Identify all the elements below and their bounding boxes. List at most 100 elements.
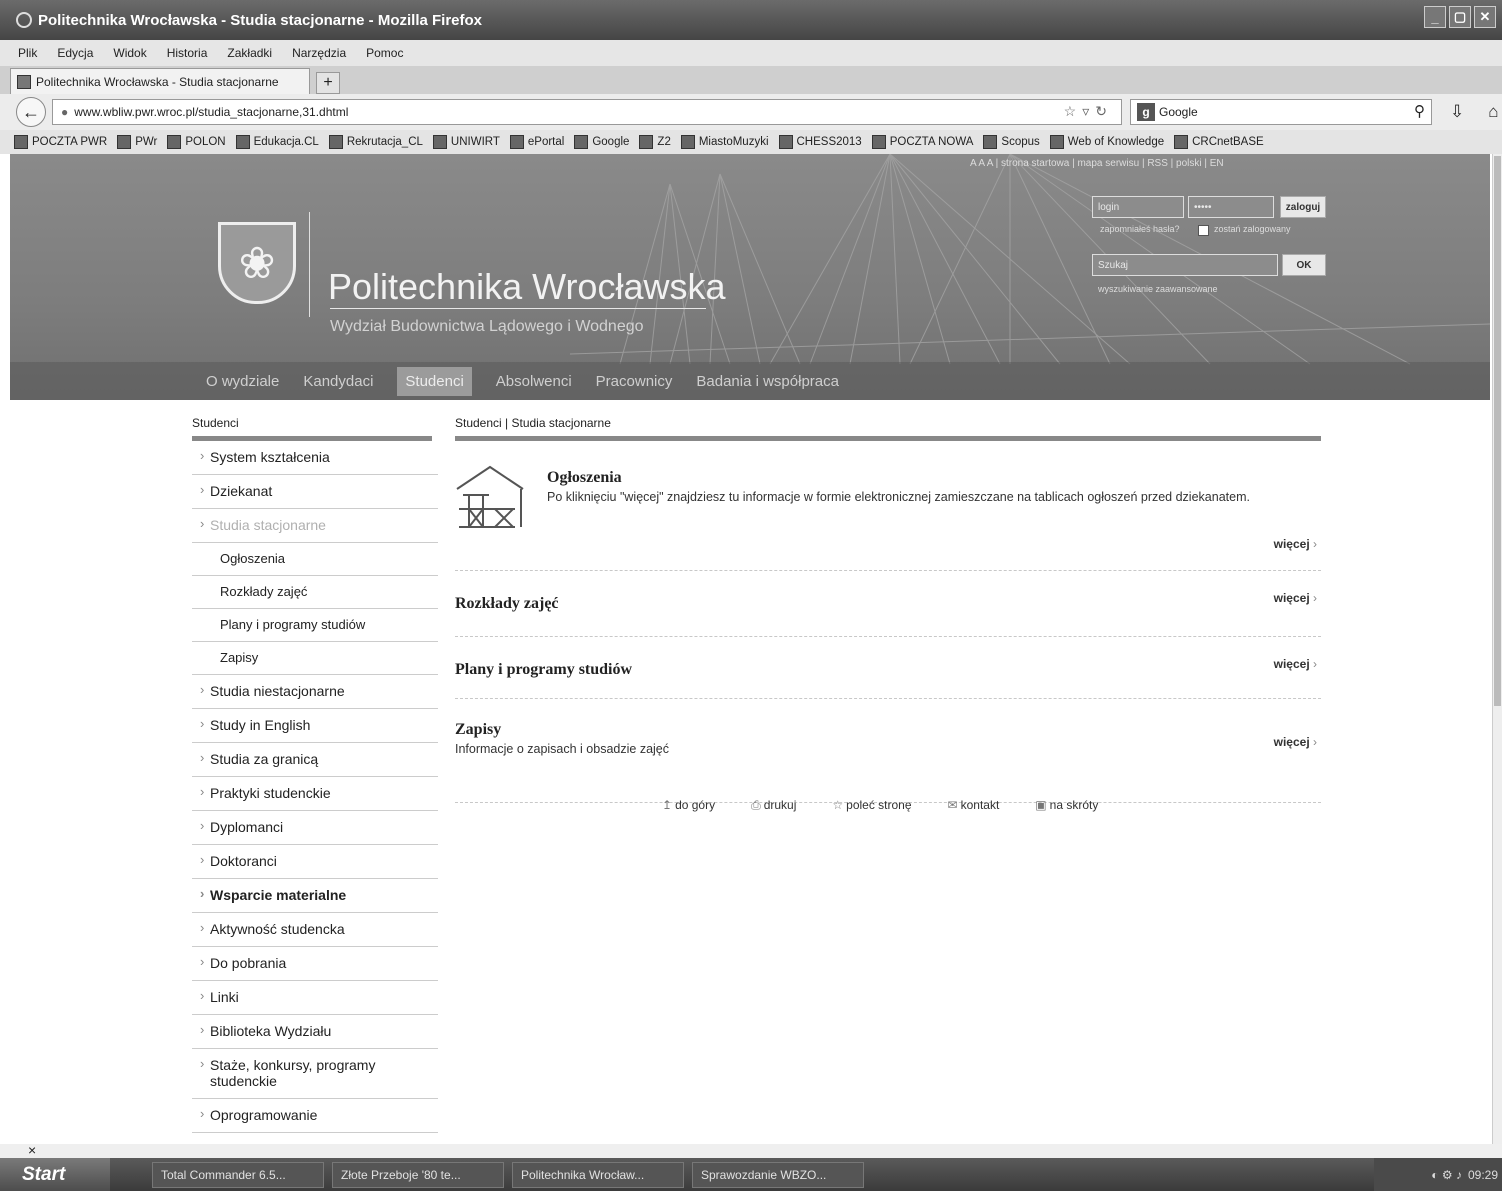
taskbar-item[interactable]: Total Commander 6.5... bbox=[152, 1161, 324, 1188]
sidebar-item[interactable]: Do pobrania bbox=[192, 947, 438, 981]
breadcrumb[interactable]: Studenci | Studia stacjonarne bbox=[455, 416, 1321, 441]
sidebar-item[interactable]: Studia niestacjonarne bbox=[192, 675, 438, 709]
url-bar[interactable]: ● www.wbliw.pwr.wroc.pl/studia_stacjonar… bbox=[52, 99, 1122, 125]
contact-link[interactable]: ✉ kontakt bbox=[948, 798, 1000, 813]
section-title[interactable]: Plany i programy studiów bbox=[455, 661, 632, 679]
nav-students[interactable]: Studenci bbox=[397, 366, 472, 396]
to-top-link[interactable]: ↥ do góry bbox=[662, 798, 715, 813]
menu-bookmarks[interactable]: Zakładki bbox=[227, 46, 272, 60]
bookmark-item[interactable]: Web of Knowledge bbox=[1049, 135, 1164, 149]
close-findbar-icon[interactable]: × bbox=[28, 1142, 36, 1158]
forgot-password-link[interactable]: zapomniałeś hasła? bbox=[1100, 224, 1180, 234]
utility-links: ↥ do góry ⎙ drukuj ☆ poleć stronę ✉ kontakt … bbox=[662, 798, 1098, 813]
bookmark-item[interactable]: CRCnetBASE bbox=[1174, 135, 1264, 149]
browser-tab[interactable]: Politechnika Wrocławska - Studia stacjon… bbox=[10, 68, 310, 94]
more-link[interactable]: więcej bbox=[1274, 591, 1317, 605]
bookmark-item[interactable]: POCZTA PWR bbox=[14, 135, 107, 149]
menu-help[interactable]: Pomoc bbox=[366, 46, 403, 60]
login-input[interactable]: login bbox=[1092, 196, 1184, 218]
site-search-input[interactable]: Szukaj bbox=[1092, 254, 1278, 276]
bookmark-item[interactable]: ePortal bbox=[509, 135, 564, 149]
nav-candidates[interactable]: Kandydaci bbox=[303, 373, 373, 390]
university-name[interactable]: Politechnika Wrocławska bbox=[328, 266, 726, 308]
sidebar-item[interactable]: Biblioteka Wydziału bbox=[192, 1015, 438, 1049]
sidebar-item[interactable]: Praktyki studenckie bbox=[192, 777, 438, 811]
scrollbar-thumb[interactable] bbox=[1494, 156, 1501, 706]
nav-staff[interactable]: Pracownicy bbox=[596, 373, 673, 390]
tray-icons[interactable]: ◐ ⚙ ♪ bbox=[1431, 1168, 1462, 1182]
bookmark-item[interactable]: Edukacja.CL bbox=[235, 135, 319, 149]
eagle-crest-icon[interactable]: ❀ bbox=[218, 222, 296, 304]
bookmark-item[interactable]: Scopus bbox=[983, 135, 1040, 149]
reload-icon[interactable]: ↻ bbox=[1095, 103, 1113, 119]
sidebar-item[interactable]: Dyplomanci bbox=[192, 811, 438, 845]
bookmark-item[interactable]: UNIWIRT bbox=[432, 135, 500, 149]
nav-research[interactable]: Badania i współpraca bbox=[696, 373, 839, 390]
bookmark-item[interactable]: Z2 bbox=[639, 135, 671, 149]
minimize-button[interactable]: _ bbox=[1424, 6, 1446, 28]
more-link[interactable]: więcej bbox=[1274, 657, 1317, 671]
page-scrollbar[interactable] bbox=[1492, 154, 1502, 1144]
section-title[interactable]: Rozkłady zajęć bbox=[455, 595, 559, 613]
sidebar-item[interactable]: Studia za granicą bbox=[192, 743, 438, 777]
print-link[interactable]: ⎙ drukuj bbox=[751, 798, 796, 813]
sidebar-subitem[interactable]: Rozkłady zajęć bbox=[192, 576, 438, 609]
menu-tools[interactable]: Narzędzia bbox=[292, 46, 346, 60]
section-description: Po kliknięciu "więcej" znajdziesz tu inf… bbox=[547, 490, 1250, 504]
more-link[interactable]: więcej bbox=[1274, 537, 1317, 551]
magnifier-icon[interactable]: ⚲ bbox=[1414, 102, 1425, 120]
dropdown-icon[interactable]: ▿ bbox=[1082, 103, 1095, 119]
shortcuts-link[interactable]: ▣ na skróty bbox=[1035, 798, 1098, 813]
search-bar[interactable]: g Google ⚲ bbox=[1130, 99, 1432, 125]
close-window-button[interactable]: ✕ bbox=[1474, 6, 1496, 28]
password-input[interactable]: ••••• bbox=[1188, 196, 1274, 218]
sidebar-subitem[interactable]: Zapisy bbox=[192, 642, 438, 675]
menu-view[interactable]: Widok bbox=[113, 46, 146, 60]
sidebar-item[interactable]: System kształcenia bbox=[192, 441, 438, 475]
menu-edit[interactable]: Edycja bbox=[57, 46, 93, 60]
download-icon[interactable]: ⇩ bbox=[1450, 102, 1464, 122]
menu-file[interactable]: Plik bbox=[18, 46, 37, 60]
sidebar-item[interactable]: Wsparcie materialne bbox=[192, 879, 438, 913]
taskbar-item[interactable]: Sprawozdanie WBZO... bbox=[692, 1161, 864, 1188]
sidebar-item[interactable]: Aktywność studencka bbox=[192, 913, 438, 947]
top-links[interactable]: A A A | strona startowa | mapa serwisu |… bbox=[970, 158, 1224, 169]
section-title[interactable]: Ogłoszenia bbox=[547, 469, 622, 487]
more-link[interactable]: więcej bbox=[1274, 735, 1317, 749]
start-button[interactable]: Start bbox=[0, 1158, 110, 1191]
maximize-button[interactable]: ▢ bbox=[1449, 6, 1471, 28]
sidebar-item[interactable]: Study in English bbox=[192, 709, 438, 743]
sidebar-item[interactable]: Oprogramowanie bbox=[192, 1099, 438, 1133]
remember-checkbox[interactable] bbox=[1198, 225, 1209, 236]
bookmark-item[interactable]: Rekrutacja_CL bbox=[328, 135, 423, 149]
section-title[interactable]: Zapisy bbox=[455, 721, 501, 739]
bookmark-item[interactable]: CHESS2013 bbox=[778, 135, 862, 149]
google-icon[interactable]: g bbox=[1137, 103, 1155, 121]
nav-about[interactable]: O wydziale bbox=[206, 373, 279, 390]
login-button[interactable]: zaloguj bbox=[1280, 196, 1326, 218]
bookmark-item[interactable]: POCZTA NOWA bbox=[871, 135, 973, 149]
sidebar-item[interactable]: Staże, konkursy, programy studenckie bbox=[192, 1049, 438, 1099]
sidebar-subitem[interactable]: Ogłoszenia bbox=[192, 543, 438, 576]
bookmark-star-icon[interactable]: ☆ bbox=[1064, 103, 1083, 119]
site-identity-icon[interactable]: ● bbox=[61, 105, 68, 119]
sidebar-item-active[interactable]: Studia stacjonarne bbox=[192, 509, 438, 543]
bookmark-item[interactable]: PWr bbox=[117, 135, 157, 149]
site-search-button[interactable]: OK bbox=[1282, 254, 1326, 276]
home-icon[interactable]: ⌂ bbox=[1488, 102, 1498, 122]
taskbar-item[interactable]: Złote Przeboje '80 te... bbox=[332, 1161, 504, 1188]
new-tab-button[interactable]: + bbox=[316, 72, 340, 94]
back-arrow-icon[interactable]: ← bbox=[16, 97, 46, 127]
bookmark-item[interactable]: MiastoMuzyki bbox=[680, 135, 769, 149]
sidebar-item[interactable]: Linki bbox=[192, 981, 438, 1015]
sidebar-item[interactable]: Dziekanat bbox=[192, 475, 438, 509]
recommend-link[interactable]: ☆ poleć stronę bbox=[832, 798, 911, 813]
sidebar-subitem[interactable]: Plany i programy studiów bbox=[192, 609, 438, 642]
sidebar-item[interactable]: Doktoranci bbox=[192, 845, 438, 879]
nav-alumni[interactable]: Absolwenci bbox=[496, 373, 572, 390]
advanced-search-link[interactable]: wyszukiwanie zaawansowane bbox=[1098, 284, 1218, 294]
bookmark-item[interactable]: POLON bbox=[167, 135, 226, 149]
taskbar-item[interactable]: Politechnika Wrocław... bbox=[512, 1161, 684, 1188]
bookmark-item[interactable]: Google bbox=[574, 135, 629, 149]
menu-history[interactable]: Historia bbox=[167, 46, 208, 60]
